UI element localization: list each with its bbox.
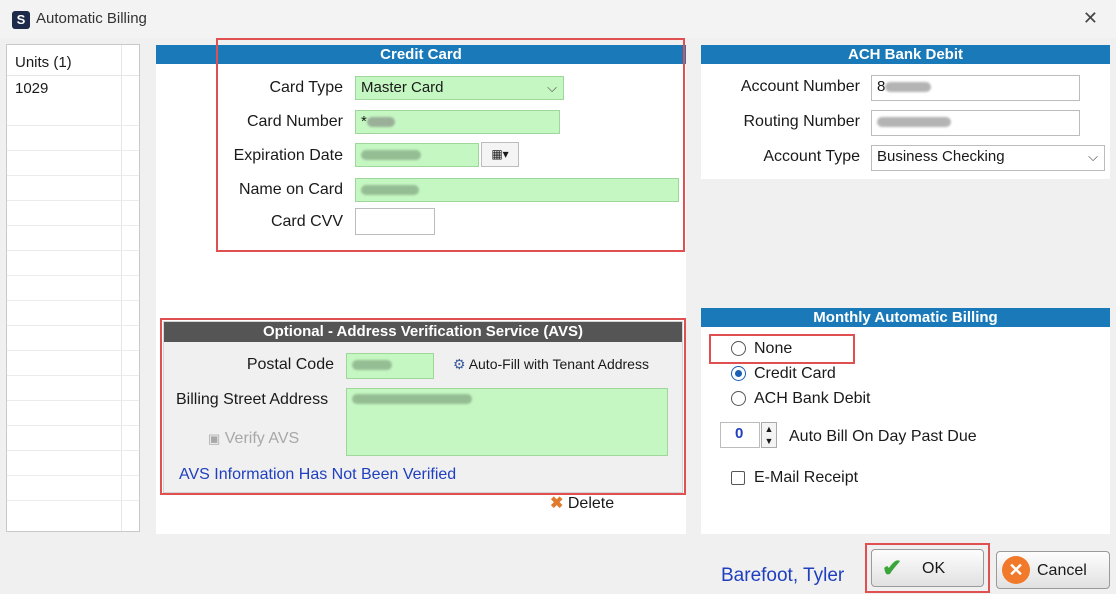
grid-line [7, 475, 139, 476]
account-type-select[interactable]: Business Checking ⌵ [871, 145, 1105, 171]
title-bar: S Automatic Billing ✕ [0, 0, 1116, 38]
grid-line [7, 350, 139, 351]
account-number-label: Account Number [740, 78, 860, 95]
delete-label: Delete [567, 495, 615, 512]
radio-credit-card[interactable] [731, 366, 746, 381]
grid-line [7, 225, 139, 226]
option-ach-label: ACH Bank Debit [754, 390, 871, 407]
auto-bill-day-label: Auto Bill On Day Past Due [789, 428, 977, 445]
units-list: Units (1) 1029 [6, 44, 140, 532]
email-receipt-label: E-Mail Receipt [754, 469, 859, 486]
ach-header: ACH Bank Debit [701, 45, 1110, 64]
app-logo-icon: S [12, 11, 30, 29]
tenant-name: Barefoot, Tyler [721, 565, 845, 586]
avs-highlight [160, 318, 686, 495]
grid-line [7, 125, 139, 126]
grid-line [7, 275, 139, 276]
option-credit-card-label: Credit Card [754, 365, 836, 382]
cancel-button[interactable]: ✕ Cancel [996, 551, 1110, 589]
redacted-routing-number [877, 117, 951, 128]
day-spinner[interactable]: ▲ ▼ [761, 422, 777, 448]
grid-line [7, 250, 139, 251]
grid-line [7, 300, 139, 301]
grid-line [7, 375, 139, 376]
credit-card-highlight [216, 38, 685, 252]
auto-bill-day-value: 0 [735, 425, 744, 442]
units-header: Units (1) [15, 54, 72, 71]
chevron-down-icon: ⌵ [1088, 149, 1098, 164]
account-number-prefix: 8 [877, 78, 886, 95]
account-type-label: Account Type [763, 148, 860, 165]
grid-line [7, 425, 139, 426]
auto-bill-day-field[interactable]: 0 [720, 422, 760, 448]
delete-button[interactable]: ✖ Delete [550, 493, 614, 513]
account-type-value: Business Checking [877, 148, 1005, 165]
grid-line [7, 500, 139, 501]
none-option-highlight [709, 334, 855, 364]
window-title: Automatic Billing [36, 10, 147, 27]
cancel-label: Cancel [1037, 562, 1087, 579]
routing-number-label: Routing Number [743, 113, 861, 130]
monthly-billing-header: Monthly Automatic Billing [701, 308, 1110, 327]
spinner-up-icon[interactable]: ▲ [762, 423, 776, 435]
radio-ach-bank-debit[interactable] [731, 391, 746, 406]
grid-line [7, 200, 139, 201]
grid-line [7, 325, 139, 326]
grid-line [7, 150, 139, 151]
redacted-account-number [885, 82, 932, 93]
spinner-down-icon[interactable]: ▼ [762, 435, 776, 447]
routing-number-field[interactable] [871, 110, 1080, 136]
cancel-x-icon: ✕ [1002, 556, 1030, 584]
grid-line [7, 175, 139, 176]
ok-button-highlight [865, 543, 990, 593]
close-icon[interactable]: ✕ [1083, 8, 1098, 29]
account-number-field[interactable]: 8 [871, 75, 1080, 101]
delete-x-icon: ✖ [550, 495, 564, 512]
grid-line [7, 400, 139, 401]
email-receipt-checkbox[interactable] [731, 471, 745, 485]
units-column-divider [121, 45, 122, 531]
unit-row-1029[interactable]: 1029 [7, 75, 139, 100]
grid-line [7, 450, 139, 451]
